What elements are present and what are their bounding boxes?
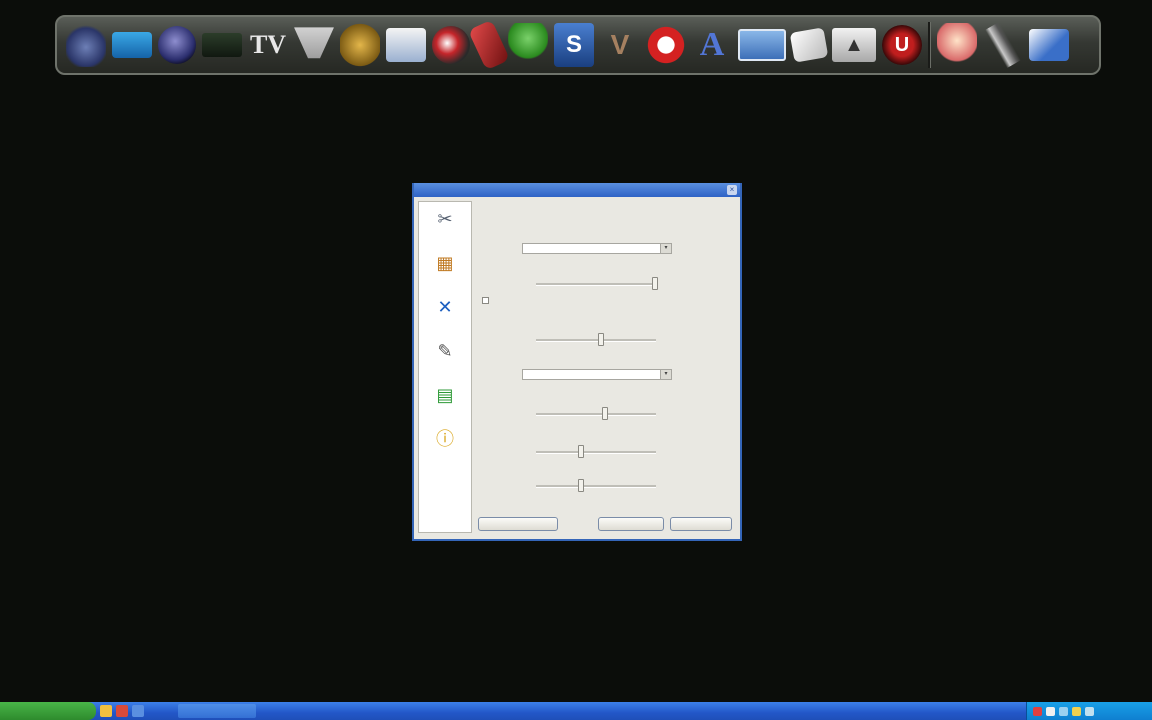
ok-button[interactable] — [598, 517, 664, 531]
tv-icon[interactable]: TV — [248, 23, 288, 67]
slider-4-track — [536, 451, 656, 454]
defaults-button[interactable] — [478, 517, 558, 531]
bell-icon[interactable] — [937, 23, 977, 67]
slider-1-thumb[interactable] — [652, 277, 658, 290]
info-icon: ⓘ — [436, 429, 454, 449]
tray-icon-1[interactable] — [1033, 706, 1042, 716]
dock-separator — [928, 22, 931, 68]
slider-4-thumb[interactable] — [578, 445, 584, 458]
tray-icon-4[interactable] — [1072, 706, 1081, 716]
quicklaunch-icon-3[interactable] — [132, 705, 144, 717]
dialog-sidebar: ✂ ▦ ✕ ✎ ▤ ⓘ — [418, 201, 472, 533]
box-icon: ▦ — [436, 253, 454, 273]
a-app-icon[interactable]: A — [692, 23, 732, 67]
settings-dialog: × ✂ ▦ ✕ ✎ ▤ ⓘ ▾ ▾ — [412, 183, 742, 541]
slider-5-thumb[interactable] — [578, 479, 584, 492]
sidebar-item-6[interactable]: ⓘ — [419, 428, 471, 450]
dialog-content: ▾ ▾ — [476, 201, 738, 535]
blue-app-icon[interactable] — [112, 32, 152, 58]
slider-1-track — [536, 283, 656, 286]
sidebar-item-2[interactable]: ▦ — [419, 252, 471, 274]
sidebar-item-4[interactable]: ✎ — [419, 340, 471, 362]
globe-icon[interactable] — [158, 26, 196, 64]
pen-icon[interactable] — [974, 15, 1032, 75]
pen-icon: ✎ — [437, 341, 453, 361]
quicklaunch-icon-2[interactable] — [116, 705, 128, 717]
system-tray — [1026, 702, 1152, 720]
start-button[interactable] — [0, 702, 96, 720]
funnel-icon[interactable] — [294, 27, 334, 59]
window-icon[interactable] — [738, 29, 786, 61]
slider-2-track — [536, 339, 656, 342]
quick-launch — [100, 705, 144, 717]
dock: TV S V A ▲ U — [55, 15, 1101, 75]
tray-icon-2[interactable] — [1046, 706, 1055, 716]
tray-icon-3[interactable] — [1059, 706, 1068, 716]
close-button[interactable]: × — [727, 185, 737, 195]
slider-2-thumb[interactable] — [598, 333, 604, 346]
sidebar-item-1[interactable]: ✂ — [419, 208, 471, 230]
sidebar-item-5[interactable]: ▤ — [419, 384, 471, 406]
truck-icon[interactable] — [340, 23, 380, 67]
quicklaunch-icon-1[interactable] — [100, 705, 112, 717]
tray-icon-5[interactable] — [1085, 706, 1094, 716]
chevron-down-icon: ▾ — [660, 370, 671, 379]
slider-3-track — [536, 413, 656, 416]
paper-icon[interactable] — [789, 27, 829, 63]
chevron-down-icon: ▾ — [660, 244, 671, 253]
option-checkbox[interactable] — [482, 297, 489, 304]
v-app-icon[interactable]: V — [600, 23, 640, 67]
msn-icon[interactable] — [508, 23, 548, 67]
tools-icon: ✂ — [437, 209, 453, 229]
ghost-icon[interactable] — [646, 23, 686, 67]
dark-app-icon[interactable] — [202, 33, 242, 57]
slider-5-track — [536, 485, 656, 488]
u-app-icon[interactable]: U — [882, 25, 922, 65]
spreadsheet-icon: ▤ — [436, 385, 454, 405]
drive-icon[interactable] — [1029, 29, 1069, 61]
cross-icon: ✕ — [437, 297, 453, 317]
taskbar-window-button[interactable] — [178, 704, 256, 718]
slider-3-thumb[interactable] — [602, 407, 608, 420]
triangle-app-icon[interactable]: ▲ — [832, 28, 876, 62]
desktop: TV S V A ▲ U × ✂ ▦ ✕ ✎ ▤ ⓘ ▾ ▾ — [0, 0, 1152, 720]
dialog-titlebar[interactable]: × — [414, 183, 740, 197]
sidebar-item-3[interactable]: ✕ — [419, 296, 471, 318]
helmet-icon[interactable] — [432, 26, 470, 64]
quality-select[interactable]: ▾ — [522, 243, 672, 254]
rate-select[interactable]: ▾ — [522, 369, 672, 380]
taskbar — [0, 702, 1152, 720]
guitar-icon[interactable] — [66, 23, 106, 67]
box-icon[interactable] — [386, 28, 426, 62]
phone-icon[interactable] — [467, 19, 511, 71]
cancel-button[interactable] — [670, 517, 732, 531]
s-app-icon[interactable]: S — [554, 23, 594, 67]
